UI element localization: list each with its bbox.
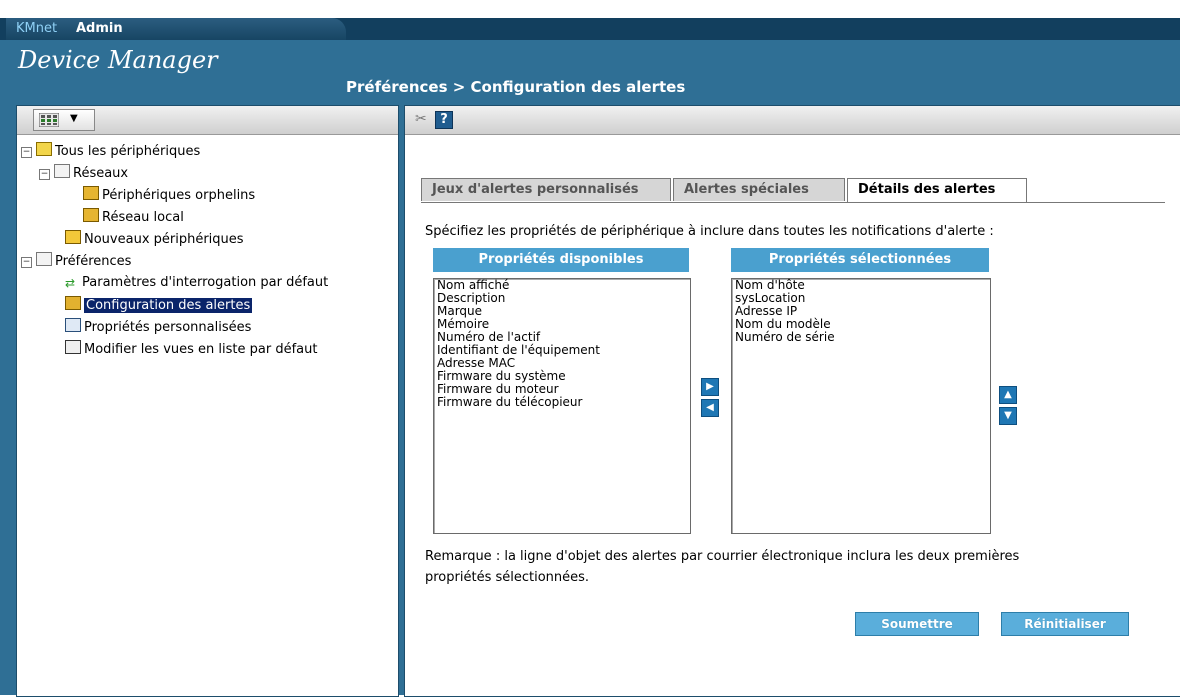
- right-toolbar: ✂ ?: [405, 106, 1180, 135]
- breadcrumb: Préférences > Configuration des alertes: [346, 78, 686, 96]
- tree-label: Paramètres d'interrogation par défaut: [82, 275, 329, 290]
- tree-item-local-network[interactable]: Réseau local: [83, 208, 184, 226]
- devices-folder-icon: [36, 142, 52, 156]
- tree-label: Propriétés personnalisées: [84, 320, 252, 335]
- brand-tab: KMnet Admin: [6, 18, 346, 40]
- note-line-1: Remarque : la ligne d'objet des alertes …: [425, 549, 1020, 564]
- polling-arrows-icon: ⇄: [65, 276, 76, 290]
- list-item[interactable]: Firmware du télécopieur: [434, 396, 690, 409]
- note-text: Remarque : la ligne d'objet des alertes …: [425, 546, 1145, 588]
- network-icon: [83, 208, 99, 222]
- brand-suffix: Admin: [76, 21, 123, 36]
- top-bar: KMnet Admin: [0, 18, 1180, 40]
- tree-label: Périphériques orphelins: [102, 188, 256, 203]
- tree-item-networks[interactable]: − Réseaux: [39, 164, 128, 182]
- move-left-arrow-icon[interactable]: ◀: [701, 399, 719, 417]
- view-menu-button[interactable]: ▼: [33, 109, 95, 131]
- tab-custom-alert-sets[interactable]: Jeux d'alertes personnalisés: [421, 178, 671, 201]
- tree-label-selected: Configuration des alertes: [84, 298, 253, 313]
- selected-properties-list[interactable]: Nom d'hôte sysLocation Adresse IP Nom du…: [731, 278, 991, 534]
- collapse-toggle-icon[interactable]: −: [21, 147, 32, 158]
- folder-icon: [54, 164, 70, 178]
- network-icon: [83, 186, 99, 200]
- submit-button[interactable]: Soumettre: [855, 612, 979, 636]
- note-line-2: propriétés sélectionnées.: [425, 570, 590, 585]
- app-window: KMnet Admin Device Manager Préférences >…: [0, 18, 1180, 697]
- selected-properties-header: Propriétés sélectionnées: [731, 248, 989, 272]
- tab-underline: [421, 202, 1165, 203]
- left-toolbar: ▼: [17, 106, 398, 135]
- move-up-arrow-icon[interactable]: ▲: [999, 386, 1017, 404]
- help-button[interactable]: ?: [435, 111, 453, 129]
- folder-icon: [36, 252, 52, 266]
- instruction-text: Spécifiez les propriétés de périphérique…: [425, 224, 994, 239]
- app-title: Device Manager: [18, 46, 218, 74]
- available-properties-list[interactable]: Nom affiché Description Marque Mémoire N…: [433, 278, 691, 534]
- tree-item-all-devices[interactable]: − Tous les périphériques: [21, 142, 200, 160]
- tree-label: Nouveaux périphériques: [84, 232, 244, 247]
- tree-label: Préférences: [55, 254, 132, 269]
- left-pane: ▼ − Tous les périphériques − Réseaux Périp…: [16, 105, 399, 697]
- collapse-toggle-icon[interactable]: −: [39, 169, 50, 180]
- view-grid-icon: [39, 113, 59, 127]
- brand-prefix: KMnet: [16, 21, 58, 36]
- chevron-down-icon: ▼: [70, 113, 78, 124]
- tree-item-preferences[interactable]: − Préférences: [21, 252, 131, 270]
- tab-alert-details[interactable]: Détails des alertes: [847, 178, 1027, 202]
- tree-item-orphan-devices[interactable]: Périphériques orphelins: [83, 186, 255, 204]
- tab-special-alerts[interactable]: Alertes spéciales: [673, 178, 845, 201]
- properties-icon: [65, 318, 81, 332]
- tree-item-new-devices[interactable]: Nouveaux périphériques: [65, 230, 244, 248]
- available-properties-header: Propriétés disponibles: [433, 248, 689, 272]
- tree-item-custom-properties[interactable]: Propriétés personnalisées: [65, 318, 251, 336]
- tree-item-list-views[interactable]: Modifier les vues en liste par défaut: [65, 340, 317, 358]
- new-devices-icon: [65, 230, 81, 244]
- list-item[interactable]: Numéro de série: [732, 331, 990, 344]
- tree-item-alert-config[interactable]: Configuration des alertes: [65, 296, 253, 314]
- move-down-arrow-icon[interactable]: ▼: [999, 407, 1017, 425]
- move-right-arrow-icon[interactable]: ▶: [701, 378, 719, 396]
- list-view-icon: [65, 340, 81, 354]
- reset-button[interactable]: Réinitialiser: [1001, 612, 1129, 636]
- tools-icon[interactable]: ✂: [415, 111, 433, 129]
- alert-config-icon: [65, 296, 81, 310]
- tree-label: Réseau local: [102, 210, 184, 225]
- tree-item-polling-defaults[interactable]: ⇄ Paramètres d'interrogation par défaut: [65, 274, 328, 292]
- tree-label: Tous les périphériques: [55, 144, 201, 159]
- tree-label: Modifier les vues en liste par défaut: [84, 342, 318, 357]
- right-pane: ✂ ? Jeux d'alertes personnalisés Alertes…: [404, 105, 1180, 697]
- tree-label: Réseaux: [73, 166, 129, 181]
- collapse-toggle-icon[interactable]: −: [21, 257, 32, 268]
